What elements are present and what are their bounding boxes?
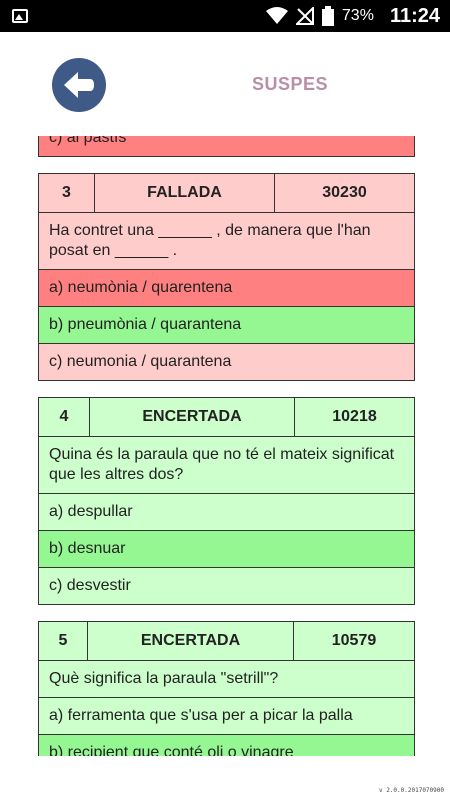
question-number: 4: [59, 408, 69, 425]
question-id: 10218: [294, 398, 414, 436]
question-id: 10579: [293, 622, 414, 660]
back-button[interactable]: [52, 58, 106, 112]
question-text: Ha contret una ______ , de manera que l'…: [39, 212, 414, 269]
clock: 11:24: [389, 4, 440, 27]
card-header: 4 ENCERTADA 10218: [39, 398, 414, 436]
option-c: c) al pastís: [39, 136, 414, 156]
image-notification-icon: [12, 9, 28, 23]
arrow-left-icon: [64, 72, 94, 98]
page-title: SUSPES: [251, 74, 329, 94]
result-label: ENCERTADA: [89, 398, 294, 436]
option-b: b) pneumònia / quarantena: [39, 306, 414, 343]
question-number: 5: [58, 632, 68, 649]
option-c: c) desvestir: [39, 567, 414, 604]
option-b: b) recipient que conté oli o vinagre: [39, 734, 414, 756]
version-label: v 2.0.0.2017070900: [378, 787, 444, 794]
results-list[interactable]: c) al pastís 3 FALLADA 30230 Ha contret …: [0, 136, 450, 756]
question-text: Què significa la paraula "setrill"?: [39, 660, 414, 697]
option-a: a) ferramenta que s'usa per a picar la p…: [39, 697, 414, 734]
app-header: SUSPES: [0, 32, 450, 136]
result-label: ENCERTADA: [87, 622, 293, 660]
battery-icon: [321, 6, 334, 26]
question-card: c) al pastís: [38, 136, 415, 157]
option-c: c) neumonia / quarantena: [39, 343, 414, 380]
card-header: 3 FALLADA 30230: [39, 174, 414, 212]
battery-percent: 73%: [341, 7, 374, 24]
card-header: 5 ENCERTADA 10579: [39, 622, 414, 660]
no-signal-icon: [295, 7, 314, 25]
question-card: 5 ENCERTADA 10579 Què significa la parau…: [38, 621, 415, 756]
wifi-icon: [265, 7, 288, 24]
option-a: a) despullar: [39, 493, 414, 530]
question-id: 30230: [274, 174, 414, 212]
result-label: FALLADA: [94, 174, 274, 212]
question-card: 4 ENCERTADA 10218 Quina és la paraula qu…: [38, 397, 415, 605]
option-b: b) desnuar: [39, 530, 414, 567]
question-card: 3 FALLADA 30230 Ha contret una ______ , …: [38, 173, 415, 381]
question-text: Quina és la paraula que no té el mateix …: [39, 436, 414, 493]
question-number: 3: [62, 184, 71, 201]
status-bar: 73% 11:24: [0, 0, 450, 32]
option-a: a) neumònia / quarentena: [39, 269, 414, 306]
